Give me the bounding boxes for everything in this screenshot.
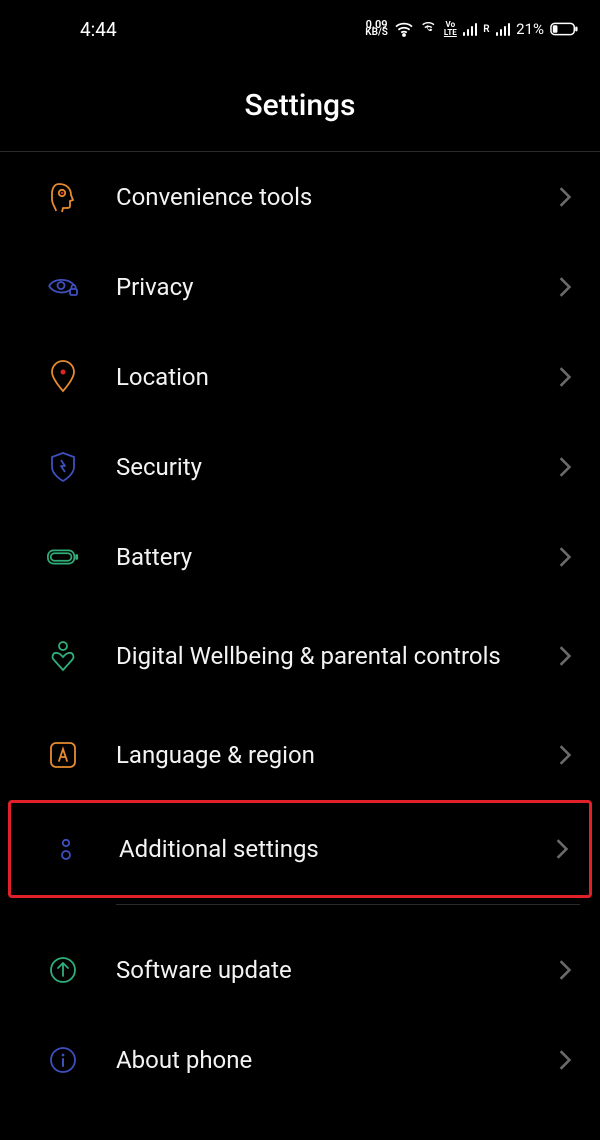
settings-item-label: Convenience tools (116, 182, 558, 212)
update-arrow-icon (46, 953, 80, 987)
settings-item-label: Language & region (116, 740, 558, 770)
battery-icon (46, 540, 80, 574)
battery-percentage: 21% (516, 20, 544, 38)
settings-item-label: Additional settings (119, 834, 555, 864)
signal-bars-2 (496, 22, 511, 36)
location-pin-icon (46, 360, 80, 394)
settings-list: Convenience tools Privacy Location (0, 152, 600, 1105)
settings-item-label: Digital Wellbeing & parental controls (116, 641, 558, 671)
chevron-right-icon (558, 186, 572, 208)
chevron-right-icon (558, 645, 572, 667)
chevron-right-icon (555, 838, 569, 860)
settings-item-digital-wellbeing[interactable]: Digital Wellbeing & parental controls (0, 602, 600, 710)
settings-item-battery[interactable]: Battery (0, 512, 600, 602)
eye-lock-icon (46, 270, 80, 304)
settings-item-additional-settings[interactable]: Additional settings (8, 800, 592, 898)
language-icon (46, 738, 80, 772)
more-icon (49, 832, 83, 866)
roaming-indicator: R (483, 24, 489, 35)
battery-icon (550, 22, 578, 36)
volte-icon: VoLTE (444, 21, 457, 36)
page-header: Settings (0, 50, 600, 152)
status-bar: 4:44 0.09 KB/S VoLTE R 21% (0, 0, 600, 50)
settings-item-language-region[interactable]: Language & region (0, 710, 600, 800)
settings-item-location[interactable]: Location (0, 332, 600, 422)
settings-item-about-phone[interactable]: About phone (0, 1015, 600, 1105)
wifi-calling-icon (420, 22, 438, 36)
settings-item-label: Privacy (116, 272, 558, 302)
settings-item-label: Security (116, 452, 558, 482)
settings-item-security[interactable]: Security (0, 422, 600, 512)
signal-bars-1 (463, 22, 478, 36)
settings-item-label: Battery (116, 542, 558, 572)
settings-item-label: About phone (116, 1045, 558, 1075)
settings-item-privacy[interactable]: Privacy (0, 242, 600, 332)
chevron-right-icon (558, 546, 572, 568)
status-icons: 0.09 KB/S VoLTE R 21% (365, 20, 578, 38)
head-icon (46, 180, 80, 214)
status-time: 4:44 (80, 18, 117, 41)
chevron-right-icon (558, 456, 572, 478)
shield-icon (46, 450, 80, 484)
page-title: Settings (0, 88, 600, 123)
network-speed: 0.09 KB/S (365, 20, 388, 38)
chevron-right-icon (558, 1049, 572, 1071)
settings-item-label: Location (116, 362, 558, 392)
wifi-icon (394, 21, 414, 37)
settings-item-software-update[interactable]: Software update (0, 925, 600, 1015)
settings-item-convenience-tools[interactable]: Convenience tools (0, 152, 600, 242)
chevron-right-icon (558, 959, 572, 981)
divider (116, 904, 580, 905)
chevron-right-icon (558, 744, 572, 766)
chevron-right-icon (558, 276, 572, 298)
person-heart-icon (46, 639, 80, 673)
chevron-right-icon (558, 366, 572, 388)
info-icon (46, 1043, 80, 1077)
settings-item-label: Software update (116, 955, 558, 985)
